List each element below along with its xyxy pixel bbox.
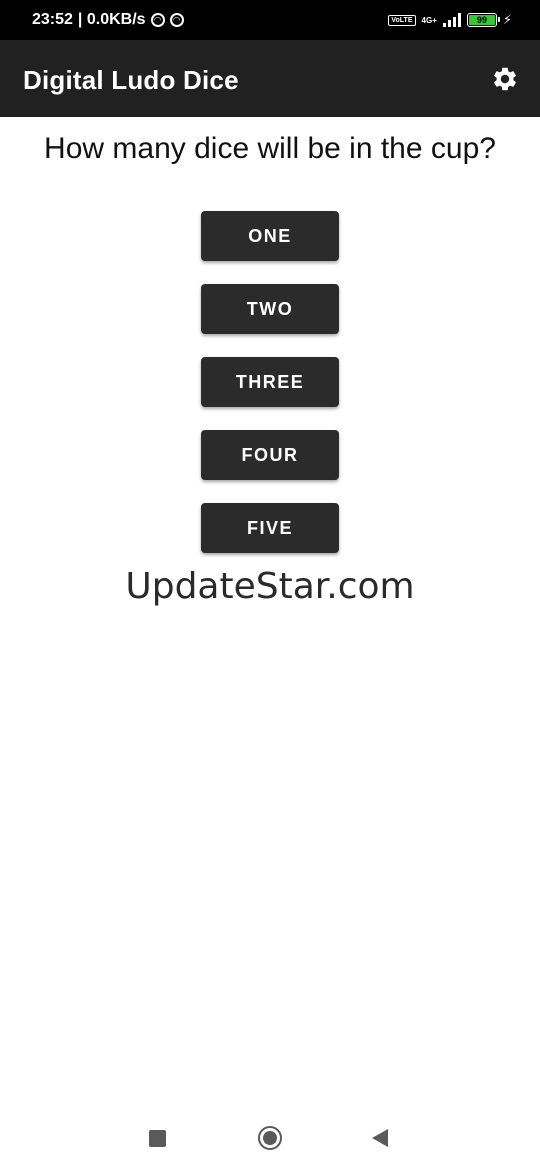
notification-icon: ◠	[169, 13, 184, 27]
status-net-speed: | 0.0KB/s	[77, 11, 146, 28]
status-left: 23:52 | 0.0KB/s ◠ ◠	[32, 0, 184, 40]
battery-level: 99	[468, 15, 495, 25]
back-icon[interactable]	[372, 1129, 388, 1147]
charging-icon: ⚡	[502, 12, 512, 27]
status-right: VoLTE 4G+ 99 ⚡	[388, 0, 512, 40]
two-dice-button[interactable]: TWO	[201, 284, 339, 334]
five-dice-button[interactable]: FIVE	[201, 503, 339, 553]
three-dice-button[interactable]: THREE	[201, 357, 339, 407]
settings-button[interactable]	[490, 64, 520, 94]
one-die-button[interactable]: ONE	[201, 211, 339, 261]
watermark: UpdateStar.com	[125, 566, 415, 607]
notification-icon: ◠	[150, 13, 165, 27]
app-bar: Digital Ludo Dice	[0, 40, 540, 117]
dice-count-question: How many dice will be in the cup?	[44, 132, 496, 165]
recents-icon[interactable]	[149, 1130, 166, 1147]
status-bar: 23:52 | 0.0KB/s ◠ ◠ VoLTE 4G+ 99 ⚡	[0, 0, 540, 40]
volte-icon: VoLTE	[388, 14, 416, 26]
status-time: 23:52	[32, 11, 73, 28]
network-type: 4G+	[421, 15, 437, 25]
navigation-bar	[0, 1108, 540, 1170]
signal-icon	[442, 13, 461, 27]
app-title: Digital Ludo Dice	[23, 65, 239, 95]
four-dice-button[interactable]: FOUR	[201, 430, 339, 480]
battery-icon: 99	[466, 13, 500, 27]
home-icon[interactable]	[258, 1126, 282, 1150]
gear-icon	[494, 67, 516, 91]
